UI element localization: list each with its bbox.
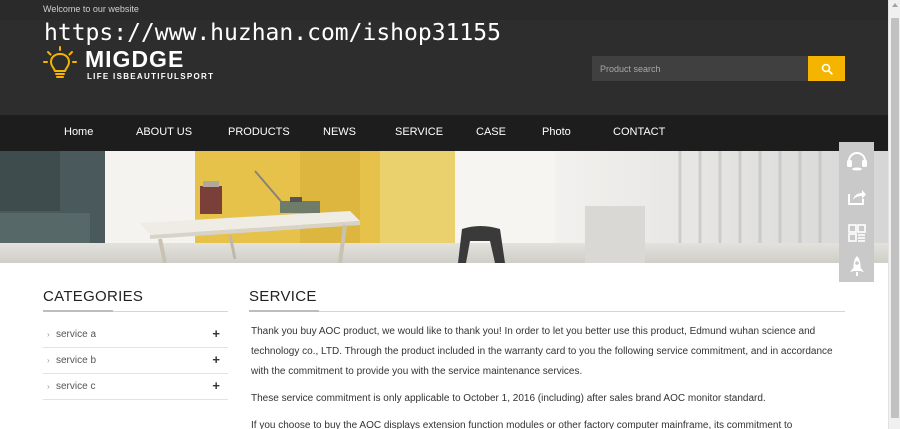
search-bar [592, 56, 845, 81]
search-button[interactable] [808, 56, 845, 81]
categories-list: › service a + › service b + › service c … [43, 322, 228, 400]
category-item-service-c[interactable]: › service c + [43, 374, 228, 400]
qrcode-icon [847, 223, 866, 242]
brand-name: MIGDGE [85, 46, 185, 72]
customer-service-button[interactable] [839, 142, 874, 177]
banner-illustration [0, 151, 888, 263]
category-item-service-b[interactable]: › service b + [43, 348, 228, 374]
search-icon [821, 63, 833, 75]
nav-home[interactable]: Home [64, 126, 93, 138]
brand-slogan: LIFE ISBEAUTIFULSPORT [87, 72, 215, 81]
service-paragraph: Thank you buy AOC product, we would like… [251, 326, 833, 377]
hero-banner-image [0, 151, 888, 263]
site-logo[interactable]: MIGDGE LIFE ISBEAUTIFULSPORT [43, 44, 223, 84]
nav-news[interactable]: NEWS [323, 126, 356, 138]
service-heading: SERVICE [249, 288, 317, 305]
share-button[interactable] [839, 179, 874, 214]
back-to-top-button[interactable] [839, 248, 874, 283]
nav-case[interactable]: CASE [476, 126, 506, 138]
qrcode-button[interactable] [839, 215, 874, 250]
categories-heading: CATEGORIES [43, 288, 144, 305]
chevron-right-icon: › [47, 330, 50, 339]
watermark-url: https://www.huzhan.com/ishop31155 [44, 20, 501, 46]
search-input[interactable] [592, 56, 808, 81]
categories-divider-accent [43, 310, 113, 312]
nav-about-us[interactable]: ABOUT US [136, 126, 192, 138]
nav-contact[interactable]: CONTACT [613, 126, 665, 138]
service-paragraph: These service commitment is only applica… [251, 393, 766, 404]
expand-plus-icon[interactable]: + [212, 326, 220, 341]
welcome-text: Welcome to our website [43, 4, 139, 14]
chevron-right-icon: › [47, 382, 50, 391]
category-label: service a [56, 329, 97, 340]
category-label: service b [56, 355, 97, 366]
scroll-up-arrow-icon[interactable] [892, 3, 898, 7]
chevron-right-icon: › [47, 356, 50, 365]
service-content: Thank you buy AOC product, we would like… [251, 322, 847, 429]
top-bar: Welcome to our website [0, 0, 888, 20]
service-paragraph: If you choose to buy the AOC displays ex… [251, 420, 793, 429]
expand-plus-icon[interactable]: + [212, 352, 220, 367]
category-label: service c [56, 381, 96, 392]
main-nav: Home ABOUT US PRODUCTS NEWS SERVICE CASE… [0, 115, 888, 151]
vertical-scrollbar[interactable] [888, 0, 900, 429]
rocket-icon [849, 255, 864, 276]
category-item-service-a[interactable]: › service a + [43, 322, 228, 348]
floating-toolbar [839, 142, 874, 282]
expand-plus-icon[interactable]: + [212, 378, 220, 393]
service-divider [249, 311, 845, 312]
nav-photo[interactable]: Photo [542, 126, 571, 138]
lightbulb-icon [43, 46, 77, 78]
share-icon [847, 189, 866, 205]
headset-icon [846, 151, 867, 170]
service-divider-accent [249, 310, 319, 312]
nav-service[interactable]: SERVICE [395, 126, 443, 138]
nav-products[interactable]: PRODUCTS [228, 126, 290, 138]
scrollbar-thumb[interactable] [891, 18, 899, 418]
